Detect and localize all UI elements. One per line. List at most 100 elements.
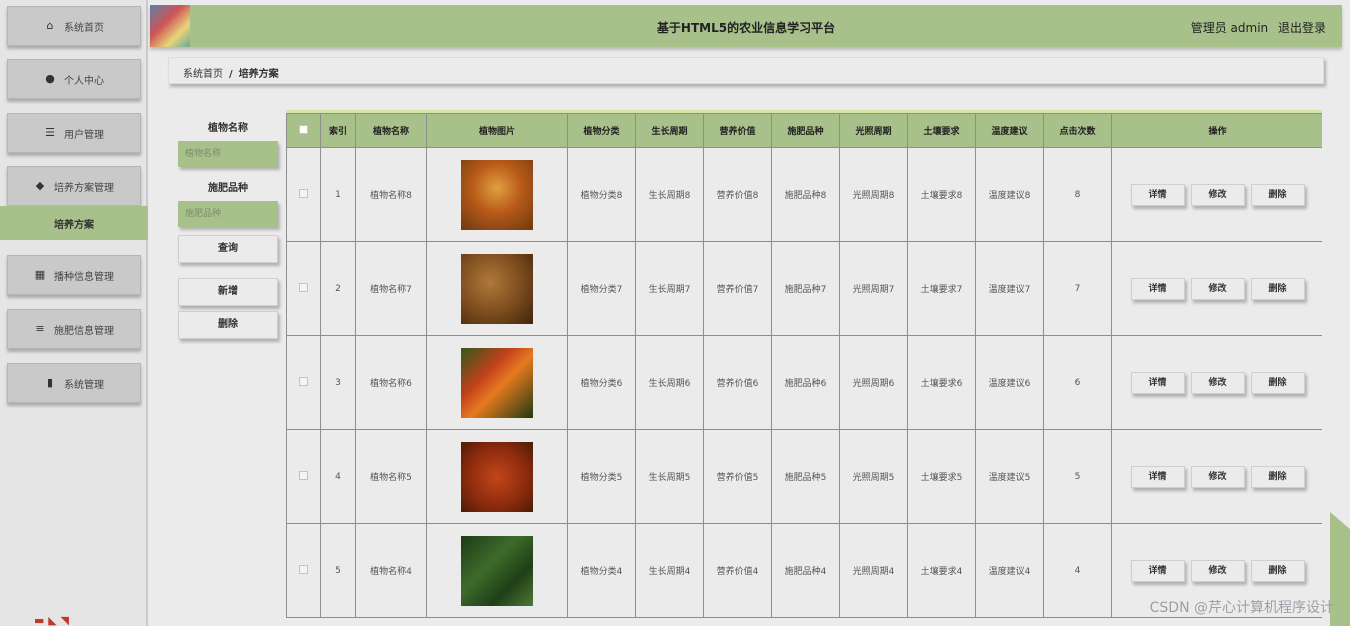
edit-button[interactable]: 修改 [1190,559,1245,582]
col-soil-cell: 土壤要求4 [907,523,976,618]
plant-name-input[interactable] [178,141,278,167]
col-temperature-cell: 温度建议6 [975,335,1044,430]
col-fertilizer-cell: 施肥品种6 [771,335,840,430]
row-actions-cell: 详情 修改 删除 [1111,241,1322,336]
col-soil-cell: 土壤要求7 [907,241,976,336]
col-clicks-header: 点击次数 [1043,113,1112,148]
query-button[interactable]: 查询 [178,235,278,263]
col-clicks-cell: 4 [1043,523,1112,618]
table-header-row: 索引 植物名称 植物图片 植物分类 生长周期 营养价值 施肥品种 光照周期 土壤要求 温度建议 点击… [286,113,1322,148]
edit-button[interactable]: 修改 [1190,277,1245,300]
sidebar-item-label: 系统管理 [64,379,104,391]
col-clicks-cell: 5 [1043,429,1112,524]
fertilizer-label: 施肥品种 [208,183,248,194]
sidebar-item-users[interactable]: ☰ 用户管理 [7,113,141,153]
col-temperature-cell: 温度建议7 [975,241,1044,336]
detail-button[interactable]: 详情 [1130,559,1185,582]
row-select-cell [286,335,321,430]
col-plant-name-cell: 植物名称8 [355,147,427,242]
edit-button[interactable]: 修改 [1190,183,1245,206]
col-light-cycle-cell: 光照周期7 [839,241,908,336]
col-category-cell: 植物分类7 [567,241,636,336]
col-soil-cell: 土壤要求6 [907,335,976,430]
edit-button[interactable]: 修改 [1190,371,1245,394]
col-plant-image-header: 植物图片 [426,113,568,148]
sidebar-item-label: 个人中心 [64,75,104,87]
col-nutrition-cell: 营养价值8 [703,147,772,242]
sidebar-item-label: 施肥信息管理 [54,325,114,337]
sidebar-item-plan-mgmt[interactable]: ◆ 培养方案管理 [7,166,141,206]
fertilizer-input[interactable] [178,201,278,227]
col-growth-cycle-cell: 生长周期6 [635,335,704,430]
row-checkbox[interactable] [299,282,308,292]
plant-image-cell [426,523,568,618]
delete-button[interactable]: 删除 [1250,183,1305,206]
col-nutrition-cell: 营养价值6 [703,335,772,430]
select-all-checkbox[interactable] [299,124,308,134]
col-category-header: 植物分类 [567,113,636,148]
select-all-header [286,113,321,148]
col-growth-cycle-cell: 生长周期5 [635,429,704,524]
sidebar-subitem-plan[interactable]: 培养方案 [0,206,148,240]
row-checkbox[interactable] [299,376,308,386]
plant-image-cell [426,241,568,336]
col-index-header: 索引 [320,113,356,148]
data-table-wrapper: 索引 植物名称 植物图片 植物分类 生长周期 营养价值 施肥品种 光照周期 土壤要求 温度建议 点击… [286,110,1322,626]
col-light-cycle-cell: 光照周期8 [839,147,908,242]
current-user: 管理员 admin [1190,21,1269,35]
col-light-cycle-header: 光照周期 [839,113,908,148]
col-index-cell: 2 [320,241,356,336]
table-row: 1 植物名称8 植物分类8 生长周期8 营养价值8 施肥品种8 光照周期8 土壤要求8 温度建议… [286,147,1322,242]
col-light-cycle-cell: 光照周期6 [839,335,908,430]
sidebar-item-system[interactable]: ▮ 系统管理 [7,363,141,403]
watermark: CSDN @芹心计算机程序设计 [1149,600,1334,616]
detail-button[interactable]: 详情 [1130,465,1185,488]
breadcrumb-home[interactable]: 系统首页 [183,69,223,80]
row-actions-cell: 详情 修改 删除 [1111,147,1322,242]
col-clicks-cell: 8 [1043,147,1112,242]
col-nutrition-cell: 营养价值7 [703,241,772,336]
col-fertilizer-cell: 施肥品种8 [771,147,840,242]
detail-button[interactable]: 详情 [1130,183,1185,206]
detail-button[interactable]: 详情 [1130,277,1185,300]
col-index-cell: 4 [320,429,356,524]
col-fertilizer-cell: 施肥品种5 [771,429,840,524]
plant-image-cell [426,335,568,430]
edit-button[interactable]: 修改 [1190,465,1245,488]
delete-button[interactable]: 删除 [1250,371,1305,394]
sidebar-subitem-label: 培养方案 [54,219,94,231]
col-fertilizer-cell: 施肥品种7 [771,241,840,336]
top-header: 基于HTML5的农业信息学习平台 管理员 admin 退出登录 [150,5,1342,47]
delete-button[interactable]: 删除 [1250,465,1305,488]
sidebar-item-profile[interactable]: ● 个人中心 [7,59,141,99]
col-index-cell: 1 [320,147,356,242]
col-clicks-cell: 7 [1043,241,1112,336]
col-index-cell: 5 [320,523,356,618]
header-user-area: 管理员 admin 退出登录 [1191,19,1326,36]
delete-button[interactable]: 删除 [1250,277,1305,300]
row-select-cell [286,429,321,524]
sidebar-item-sowing[interactable]: ▦ 播种信息管理 [7,255,141,295]
sidebar-item-label: 系统首页 [64,22,104,34]
bar-chart-icon: ▮ [46,376,54,389]
logout-link[interactable]: 退出登录 [1278,21,1326,35]
col-light-cycle-cell: 光照周期5 [839,429,908,524]
sidebar-item-home[interactable]: ⌂ 系统首页 [7,6,141,46]
data-table: 索引 植物名称 植物图片 植物分类 生长周期 营养价值 施肥品种 光照周期 土壤要求 温度建议 点击… [286,113,1322,618]
batch-delete-button[interactable]: 删除 [178,311,278,339]
row-checkbox[interactable] [299,470,308,480]
col-nutrition-header: 营养价值 [703,113,772,148]
plant-image [461,441,533,512]
breadcrumb-separator: / [229,69,233,80]
col-actions-header: 操作 [1111,113,1322,148]
col-temperature-cell: 温度建议8 [975,147,1044,242]
sidebar-item-fertilizer[interactable]: ≡ 施肥信息管理 [7,309,141,349]
delete-button[interactable]: 删除 [1250,559,1305,582]
detail-button[interactable]: 详情 [1130,371,1185,394]
row-checkbox[interactable] [299,188,308,198]
plant-image-cell [426,147,568,242]
site-title: 基于HTML5的农业信息学习平台 [656,21,836,35]
row-checkbox[interactable] [299,564,308,574]
col-plant-name-cell: 植物名称4 [355,523,427,618]
add-button[interactable]: 新增 [178,278,278,306]
